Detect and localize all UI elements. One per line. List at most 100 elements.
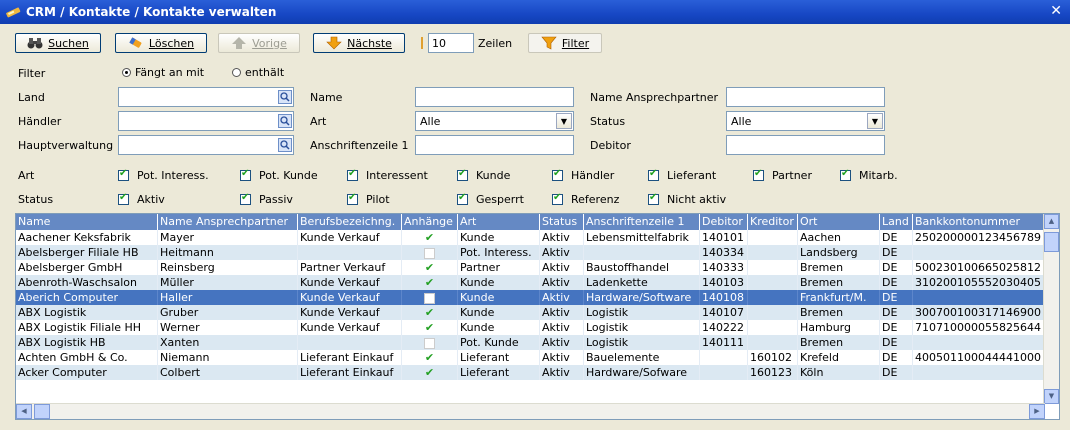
checkbox-box — [240, 192, 251, 205]
haendler-input[interactable] — [118, 111, 294, 131]
column-header-anhaenge[interactable]: Anhänge — [402, 214, 458, 230]
table-cell-ort: Bremen — [798, 335, 880, 350]
table-cell-land: DE — [880, 230, 913, 245]
checkbox-haendler[interactable]: Händler — [552, 168, 614, 182]
checkbox-gesperrt[interactable]: Gesperrt — [457, 192, 524, 206]
table-row[interactable]: ABX Logistik HB Xanten Pot. Kunde Aktiv Logi… — [16, 335, 1046, 350]
column-header-land[interactable]: Land — [880, 214, 913, 230]
table-row[interactable]: Acker Computer Colbert Lieferant Einkauf ✔ L… — [16, 365, 1046, 380]
hauptverwaltung-input[interactable] — [118, 135, 294, 155]
radio-starts-with[interactable]: Fängt an mit — [122, 66, 204, 79]
delete-button[interactable]: Löschen — [115, 33, 207, 53]
scroll-left-icon[interactable]: ◀ — [16, 404, 32, 419]
ansprechpartner-input[interactable] — [726, 87, 885, 107]
binoculars-icon — [27, 38, 43, 49]
column-header-ort[interactable]: Ort — [798, 214, 880, 230]
status-select[interactable]: Alle ▼ — [726, 111, 885, 131]
table-row[interactable]: ABX Logistik Filiale HH Werner Kunde Verka… — [16, 320, 1046, 335]
checkbox-nicht-aktiv[interactable]: Nicht aktiv — [648, 192, 726, 206]
art-select[interactable]: Alle ▼ — [415, 111, 574, 131]
table-cell-anschrift: Logistik — [584, 320, 700, 335]
checkbox-box — [552, 168, 563, 181]
checkbox-aktiv[interactable]: Aktiv — [118, 192, 165, 206]
table-cell-name: ABX Logistik — [16, 305, 158, 320]
search-button[interactable]: Suchen — [15, 33, 101, 53]
table-row[interactable]: Abelsberger Filiale HB Heitmann Pot. Inter… — [16, 245, 1046, 260]
table-cell-ort: Landsberg — [798, 245, 880, 260]
table-row[interactable]: Abenroth-Waschsalon Müller Kunde Verkauf ✔ K… — [16, 275, 1046, 290]
column-header-art[interactable]: Art — [458, 214, 540, 230]
scroll-right-icon[interactable]: ▶ — [1029, 404, 1045, 419]
table-cell-debitor: 140107 — [700, 305, 748, 320]
debitor-label: Debitor — [590, 139, 631, 152]
arrow-down-icon — [326, 36, 342, 50]
column-header-name[interactable]: Name — [16, 214, 158, 230]
checkbox-passiv[interactable]: Passiv — [240, 192, 293, 206]
radio-starts-indicator — [122, 68, 131, 77]
anschrift-input[interactable] — [415, 135, 574, 155]
column-header-anschrift[interactable]: Anschriftenzeile 1 — [584, 214, 700, 230]
attachment-check-icon: ✔ — [402, 275, 458, 290]
table-row[interactable]: Aberich Computer Haller Kunde Verkauf Kunde… — [16, 290, 1046, 305]
scroll-down-icon[interactable]: ▼ — [1044, 389, 1059, 404]
scroll-up-icon[interactable]: ▲ — [1044, 214, 1059, 229]
table-cell-name: Abelsberger GmbH — [16, 260, 158, 275]
table-row[interactable]: Aachener Keksfabrik Mayer Kunde Verkauf ✔ Ku… — [16, 230, 1046, 245]
table-row[interactable]: Abelsberger GmbH Reinsberg Partner Verkauf… — [16, 260, 1046, 275]
column-header-bankkonto[interactable]: Bankkontonummer — [913, 214, 1046, 230]
radio-contains[interactable]: enthält — [232, 66, 284, 79]
lookup-icon[interactable] — [278, 114, 292, 128]
debitor-input[interactable] — [726, 135, 885, 155]
close-icon[interactable]: ✕ — [1050, 3, 1062, 19]
attachment-check-icon: ✔ — [402, 305, 458, 320]
column-header-status[interactable]: Status — [540, 214, 584, 230]
checkbox-mitarb[interactable]: Mitarb. — [840, 168, 898, 182]
app-icon — [6, 7, 21, 18]
hscroll-thumb[interactable] — [34, 404, 50, 419]
name-input[interactable] — [415, 87, 574, 107]
chevron-down-icon[interactable]: ▼ — [867, 113, 883, 129]
checkbox-pilot[interactable]: Pilot — [347, 192, 390, 206]
table-cell-bankkonto: 500230100665025812 — [913, 260, 1046, 275]
chevron-down-icon[interactable]: ▼ — [556, 113, 572, 129]
checkbox-lieferant[interactable]: Lieferant — [648, 168, 717, 182]
column-header-ansprechpartner[interactable]: Name Ansprechpartner — [158, 214, 298, 230]
lookup-icon[interactable] — [278, 90, 292, 104]
land-input[interactable] — [118, 87, 294, 107]
table-cell-bankkonto: 400501100044441000 — [913, 350, 1046, 365]
checkbox-interessent[interactable]: Interessent — [347, 168, 428, 182]
checkbox-referenz[interactable]: Referenz — [552, 192, 619, 206]
checkbox-pot-interess[interactable]: Pot. Interess. — [118, 168, 209, 182]
column-header-berufsbezeichnung[interactable]: Berufsbezeichng. — [298, 214, 402, 230]
checkbox-label: Lieferant — [667, 169, 717, 182]
prev-button[interactable]: Vorige — [218, 33, 300, 53]
table-cell-bankkonto — [913, 365, 1046, 380]
table-cell-bankkonto — [913, 245, 1046, 260]
scroll-thumb[interactable] — [1044, 232, 1059, 252]
vertical-scrollbar[interactable]: ▲ ▼ — [1043, 214, 1059, 404]
table-row[interactable]: Achten GmbH & Co. Niemann Lieferant Einkau… — [16, 350, 1046, 365]
column-header-kreditor[interactable]: Kreditor — [748, 214, 798, 230]
checkbox-partner[interactable]: Partner — [753, 168, 812, 182]
art-select-value: Alle — [420, 115, 441, 128]
table-cell-anschrift: Hardware/Software — [584, 290, 700, 305]
table-cell-status: Aktiv — [540, 320, 584, 335]
rows-input[interactable] — [428, 33, 474, 53]
table-cell-land: DE — [880, 350, 913, 365]
lookup-icon[interactable] — [278, 138, 292, 152]
table-row[interactable]: ABX Logistik Gruber Kunde Verkauf ✔ Kunde Akt… — [16, 305, 1046, 320]
table-cell-debitor: 140103 — [700, 275, 748, 290]
table-cell-status: Aktiv — [540, 350, 584, 365]
column-header-debitor[interactable]: Debitor — [700, 214, 748, 230]
next-button[interactable]: Nächste — [313, 33, 405, 53]
checkbox-box — [457, 168, 468, 181]
table-cell-kreditor: 160102 — [748, 350, 798, 365]
table-cell-status: Aktiv — [540, 260, 584, 275]
horizontal-scrollbar[interactable]: ◀ ▶ — [16, 403, 1045, 419]
table-cell-debitor: 140108 — [700, 290, 748, 305]
checkbox-pot-kunde[interactable]: Pot. Kunde — [240, 168, 318, 182]
table-cell-name: Abenroth-Waschsalon — [16, 275, 158, 290]
checkbox-kunde[interactable]: Kunde — [457, 168, 510, 182]
table-cell-name: Achten GmbH & Co. — [16, 350, 158, 365]
filter-button[interactable]: Filter — [528, 33, 602, 53]
